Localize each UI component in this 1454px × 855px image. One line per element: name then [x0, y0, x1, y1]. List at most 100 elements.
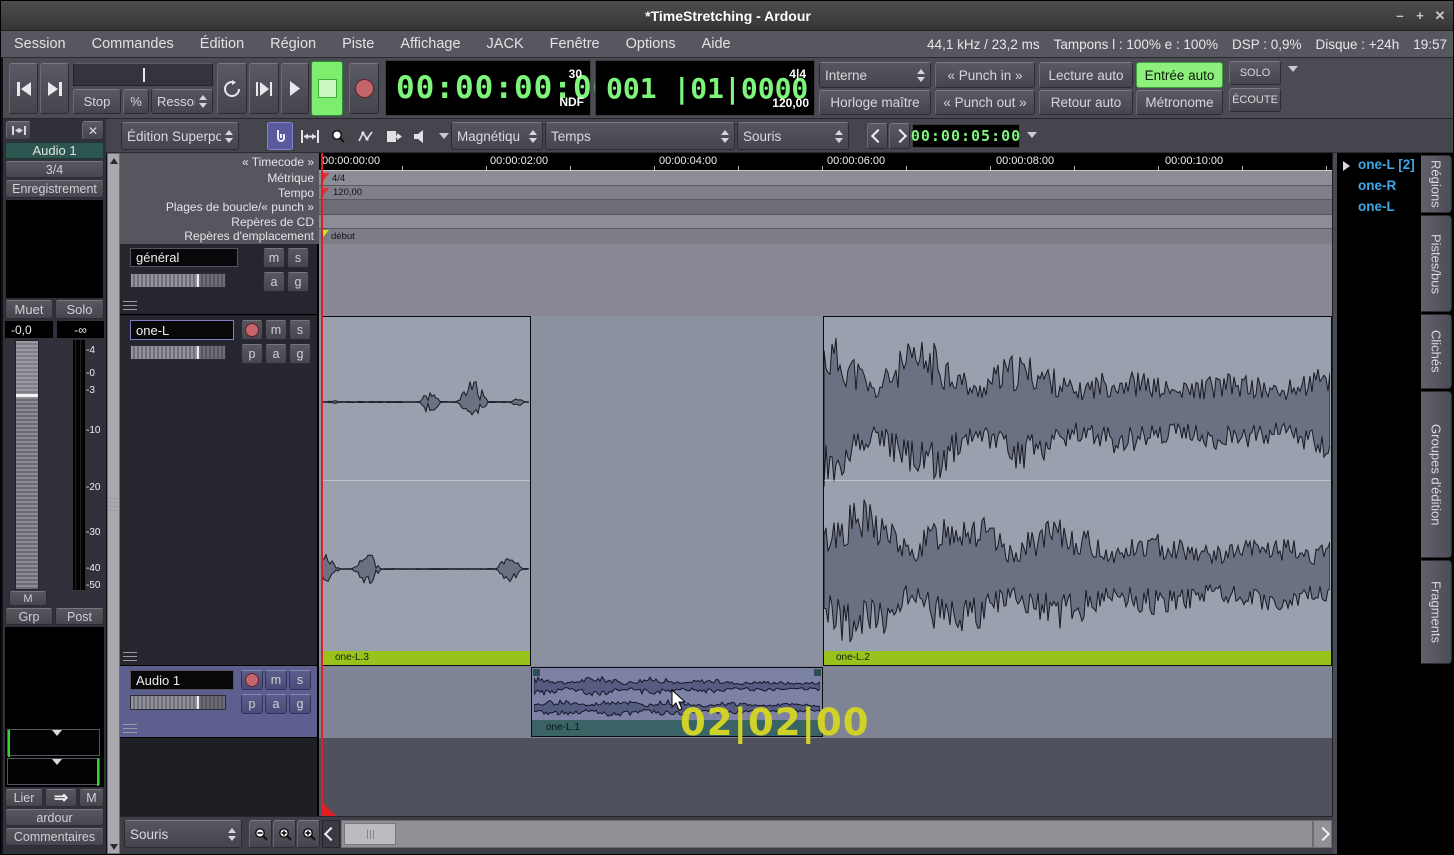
one-l-group-button[interactable]: g — [289, 344, 311, 364]
comments-button[interactable]: Commentaires — [5, 828, 104, 846]
zoom-in-button[interactable] — [273, 820, 296, 848]
goto-end-button[interactable] — [40, 63, 69, 114]
meter-mono-button[interactable]: M — [9, 591, 47, 606]
pan-mono-button[interactable]: M — [79, 789, 104, 807]
one-l-solo-button[interactable]: s — [289, 320, 311, 340]
zoom-tool-button[interactable] — [325, 122, 351, 150]
clock-master-button[interactable]: Horloge maître — [819, 90, 931, 115]
ruler-label-tempo[interactable]: Tempo — [120, 186, 319, 200]
strip-width-button[interactable] — [6, 121, 31, 140]
gain-fader-handle[interactable] — [16, 394, 38, 397]
audio1-track-header[interactable]: Audio 1 m s p a g — [120, 666, 317, 738]
panner-right[interactable] — [7, 758, 100, 785]
expand-triangle-icon[interactable] — [1343, 161, 1350, 171]
metronome-button[interactable]: Métronome — [1136, 90, 1223, 115]
record-arm-button[interactable] — [349, 63, 379, 114]
hscroll-left-button[interactable] — [322, 820, 340, 848]
bus-group-button[interactable]: g — [287, 272, 309, 292]
bus-track-header[interactable]: général m s a g — [120, 244, 317, 315]
metering-post-button[interactable]: Post — [55, 608, 104, 625]
punch-in-button[interactable]: « Punch in » — [935, 62, 1035, 88]
loop-punch-ruler[interactable] — [319, 200, 1332, 215]
bottom-edit-point-dropdown[interactable]: Souris — [124, 820, 242, 848]
one-l-track-header[interactable]: one-L m s p a g — [120, 316, 317, 666]
timefx-tool-button[interactable] — [381, 122, 407, 150]
menu-piste[interactable]: Piste — [342, 36, 374, 52]
region-one-l3[interactable]: one-L.3 — [321, 316, 531, 666]
play-range-button[interactable] — [249, 63, 279, 114]
menu-session[interactable]: Session — [14, 36, 66, 52]
pan-link-direction-button[interactable] — [45, 789, 77, 807]
one-l-record-button[interactable] — [241, 320, 263, 340]
audio1-name-field[interactable]: Audio 1 — [130, 670, 234, 690]
menu-affichage[interactable]: Affichage — [400, 36, 460, 52]
shuttle-slider-handle[interactable] — [143, 68, 145, 82]
gain-tool-button[interactable] — [353, 122, 379, 150]
track-resize-grip[interactable] — [123, 301, 137, 311]
strip-record-button[interactable]: Enregistrement — [5, 180, 104, 198]
tab-edit-groups[interactable]: Groupes d'édition — [1421, 391, 1452, 558]
play-button[interactable] — [281, 63, 309, 114]
playhead-line[interactable] — [321, 153, 323, 816]
toolbar-expand-chevron-icon[interactable] — [1288, 66, 1298, 72]
close-button[interactable]: ✕ — [1431, 7, 1449, 25]
horizontal-scrollbar[interactable] — [341, 820, 1313, 848]
clock-chevron-icon[interactable] — [1027, 132, 1037, 138]
timecode-ruler[interactable]: 00:00:00:00 00:00:02:00 00:00:04:00 00:0… — [319, 153, 1332, 171]
scroll-down-button[interactable] — [108, 840, 119, 853]
group-button[interactable]: Grp — [5, 608, 53, 625]
tab-tracks-busses[interactable]: Pistes/bus — [1421, 215, 1452, 312]
zoom-out-button[interactable] — [249, 820, 272, 848]
loop-button[interactable] — [217, 63, 247, 114]
playhead-marker-icon[interactable] — [321, 801, 337, 816]
snap-unit-dropdown[interactable]: Temps — [545, 122, 735, 150]
auto-input-button[interactable]: Entrée auto — [1136, 62, 1223, 88]
bus-mute-button[interactable]: m — [263, 248, 285, 268]
menu-region[interactable]: Région — [270, 36, 316, 52]
ruler-label-meter[interactable]: Métrique — [120, 171, 319, 186]
region-name-bar[interactable]: one-L.3 — [322, 651, 530, 665]
strip-hide-button[interactable] — [82, 121, 104, 140]
menu-fenetre[interactable]: Fenêtre — [550, 36, 600, 52]
one-l-mute-button[interactable]: m — [265, 320, 287, 340]
cd-marker-ruler[interactable] — [319, 215, 1332, 229]
region-name-bar[interactable]: one-L.2 — [824, 651, 1331, 665]
shuttle-mode-dropdown[interactable]: Ressort — [151, 89, 213, 114]
bus-solo-button[interactable]: s — [287, 248, 309, 268]
region-list-item[interactable]: one-L [2] — [1358, 157, 1415, 172]
menu-options[interactable]: Options — [626, 36, 676, 52]
shuttle-units-button[interactable]: % — [123, 89, 149, 114]
one-l-name-field[interactable]: one-L — [130, 320, 234, 340]
audition-indicator-button[interactable]: ÉCOUTE — [1229, 88, 1281, 112]
audio1-mute-button[interactable]: m — [265, 670, 287, 690]
gain-fader[interactable] — [15, 340, 39, 590]
tab-snapshots[interactable]: Clichés — [1421, 314, 1452, 389]
one-l-playlist-button[interactable]: p — [241, 344, 263, 364]
primary-clock[interactable]: 00:00:00:00 30 NDF — [385, 60, 591, 116]
ruler-label-cd-markers[interactable]: Repères de CD — [120, 215, 319, 229]
gain-display[interactable]: -0,0 — [5, 321, 53, 338]
bus-name-field[interactable]: général — [130, 248, 238, 267]
hscroll-thumb[interactable] — [344, 823, 396, 845]
ruler-label-location-markers[interactable]: Repères d'emplacement — [120, 229, 319, 244]
bus-track-lane[interactable] — [319, 244, 1332, 316]
object-tool-button[interactable] — [267, 122, 293, 150]
ruler-label-loop-punch[interactable]: Plages de boucle/« punch » — [120, 200, 319, 215]
maximize-button[interactable]: + — [1411, 7, 1429, 25]
scrollbar-grip[interactable] — [109, 498, 118, 512]
menu-commandes[interactable]: Commandes — [92, 36, 174, 52]
auto-play-button[interactable]: Lecture auto — [1039, 62, 1133, 88]
hscroll-right-button[interactable] — [1313, 820, 1332, 848]
tools-chevron-icon[interactable] — [439, 133, 449, 139]
edit-mode-dropdown[interactable]: Édition Superposa — [121, 122, 239, 150]
strip-name-button[interactable]: Audio 1 — [5, 142, 104, 159]
region-handle[interactable] — [814, 669, 821, 676]
region-one-l2[interactable]: one-L.2 — [823, 316, 1332, 666]
meter-ruler[interactable]: 4/4 — [319, 171, 1332, 186]
minimize-button[interactable]: – — [1391, 7, 1409, 25]
bus-automation-button[interactable]: a — [263, 272, 285, 292]
sync-source-dropdown[interactable]: Interne — [819, 62, 931, 88]
shuttle-stop-button[interactable]: Stop — [73, 89, 121, 114]
auto-return-button[interactable]: Retour auto — [1039, 90, 1133, 115]
solo-button[interactable]: Solo — [55, 300, 104, 319]
